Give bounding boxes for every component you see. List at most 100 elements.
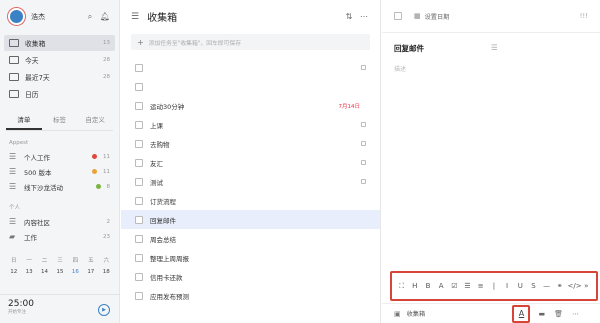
checkbox-list-icon[interactable]: ☑ <box>449 282 460 290</box>
weekday: 六 <box>103 258 109 264</box>
task-label[interactable]: 整理上周周报 <box>150 253 366 263</box>
task-label[interactable]: 去购物 <box>150 139 361 149</box>
bullet-list-icon[interactable]: ☰ <box>462 282 473 290</box>
set-date-button[interactable]: 设置日期 <box>425 12 580 21</box>
calendar-day[interactable]: 14 <box>41 269 48 275</box>
task-checkbox[interactable] <box>135 253 143 262</box>
tab-lists[interactable]: 清单 <box>6 114 42 130</box>
calendar-day[interactable]: 13 <box>26 269 33 275</box>
tab-custom[interactable]: 自定义 <box>77 114 113 130</box>
weekday: 一 <box>26 258 32 264</box>
notification-bell-icon[interactable]: 🔔︎ <box>99 12 111 21</box>
mini-calendar: 日 一 二 三 四 五 六 12 13 14 15 16 17 18 <box>0 254 120 278</box>
sort-icon[interactable]: ⇅ <box>343 12 355 21</box>
underline-icon[interactable]: U <box>515 282 526 290</box>
task-label[interactable]: 应用发布预测 <box>150 291 366 301</box>
more-icon[interactable]: ⋯ <box>358 12 370 21</box>
description-field[interactable]: 描述 <box>382 54 600 83</box>
task-row[interactable]: 整理上周周报 <box>121 248 380 267</box>
add-task-input[interactable]: + 添加任务至"收集箱"，回车即可保存 <box>131 34 370 50</box>
user-name[interactable]: 浩杰 <box>31 12 81 22</box>
calendar-today-icon <box>9 56 19 64</box>
text-color-icon[interactable]: A <box>436 282 447 290</box>
task-checkbox[interactable] <box>135 139 143 148</box>
menu-icon[interactable]: ☰ <box>131 12 139 22</box>
task-row[interactable]: 去购物 <box>121 134 380 153</box>
heading-icon[interactable]: H <box>409 282 420 290</box>
text-format-icon[interactable]: A <box>512 304 531 323</box>
task-label[interactable]: 运动30分钟 <box>150 101 339 111</box>
task-label[interactable]: 信用卡还款 <box>150 272 366 282</box>
task-row[interactable]: 上课 <box>121 115 380 134</box>
more-icon[interactable]: ⋯ <box>572 310 579 318</box>
sidebar-nav: 收集箱 13 今天 28 最近7天 28 日历 <box>0 35 119 102</box>
task-row[interactable]: 应用发布预测 <box>121 286 380 305</box>
calendar-day[interactable]: 12 <box>10 269 17 275</box>
list-item-personal-work[interactable]: ☰ 个人工作 11 <box>0 149 119 164</box>
task-checkbox[interactable] <box>135 196 143 205</box>
expand-icon[interactable]: ⛶ <box>396 282 407 291</box>
task-row[interactable]: 信用卡还款 <box>121 267 380 286</box>
calendar-day-today[interactable]: 16 <box>72 269 79 275</box>
project-selector[interactable]: 收集箱 <box>407 309 513 318</box>
play-icon[interactable]: ▶ <box>98 304 110 316</box>
task-checkbox[interactable] <box>394 12 402 20</box>
comment-icon[interactable]: ▬ <box>538 310 545 318</box>
task-checkbox[interactable] <box>135 234 143 243</box>
numbered-list-icon[interactable]: ≡ <box>475 282 486 290</box>
list-format-icon[interactable]: ☰ <box>491 43 588 54</box>
task-row[interactable]: 运动30分钟 7月14日 <box>121 96 380 115</box>
calendar-day[interactable]: 15 <box>56 269 63 275</box>
list-item-500-version[interactable]: ☰ 500 版本 11 <box>0 164 119 179</box>
task-checkbox[interactable] <box>135 177 143 186</box>
task-row[interactable]: 订货流程 <box>121 191 380 210</box>
list-item-salon[interactable]: ☰ 线下沙龙活动 8 <box>0 179 119 194</box>
search-icon[interactable]: ⌕ <box>84 12 96 22</box>
task-checkbox[interactable] <box>135 291 143 300</box>
task-label[interactable]: 订货流程 <box>150 196 366 206</box>
link-icon[interactable]: ⚭ <box>554 282 565 290</box>
calendar-day[interactable]: 17 <box>87 269 94 275</box>
code-icon[interactable]: </> <box>568 282 582 290</box>
task-label[interactable]: 回复邮件 <box>150 215 366 225</box>
task-checkbox[interactable] <box>135 120 143 129</box>
task-row[interactable]: 回复邮件 <box>121 210 380 229</box>
task-checkbox[interactable] <box>135 63 143 72</box>
task-checkbox[interactable] <box>135 101 143 110</box>
folder-item-work[interactable]: ▰ 工作 23 <box>0 229 119 244</box>
task-checkbox[interactable] <box>135 158 143 167</box>
task-row[interactable] <box>121 77 380 96</box>
more-icon[interactable]: » <box>581 282 592 290</box>
bold-icon[interactable]: B <box>422 282 433 290</box>
tab-tags[interactable]: 标签 <box>42 114 78 130</box>
sidebar-item-today[interactable]: 今天 28 <box>4 52 115 68</box>
group-label[interactable]: Appest <box>0 131 119 149</box>
calendar-day[interactable]: 18 <box>103 269 110 275</box>
sidebar-item-calendar[interactable]: 日历 <box>4 86 115 102</box>
sidebar-item-inbox[interactable]: 收集箱 13 <box>4 35 115 51</box>
priority-flag-icon[interactable]: !!! <box>580 12 588 20</box>
weekday: 五 <box>88 258 94 264</box>
task-row[interactable]: 测试 <box>121 172 380 191</box>
horizontal-rule-icon[interactable]: — <box>541 282 552 290</box>
avatar[interactable] <box>8 8 25 25</box>
task-label[interactable]: 友汇 <box>150 158 361 168</box>
trash-icon[interactable]: 🗑︎ <box>554 310 563 318</box>
italic-icon[interactable]: I <box>502 282 513 290</box>
strikethrough-icon[interactable]: S <box>528 282 539 290</box>
task-label[interactable]: 上课 <box>150 120 361 130</box>
task-row[interactable]: 友汇 <box>121 153 380 172</box>
task-label[interactable]: 周会总结 <box>150 234 366 244</box>
task-checkbox[interactable] <box>135 82 143 91</box>
task-row[interactable]: 周会总结 <box>121 229 380 248</box>
divider-icon[interactable]: | <box>488 282 499 290</box>
list-item-community[interactable]: ☰ 内容社区 2 <box>0 214 119 229</box>
task-checkbox[interactable] <box>135 215 143 224</box>
task-checkbox[interactable] <box>135 272 143 281</box>
task-title[interactable]: 回复邮件 <box>394 43 491 54</box>
group-label[interactable]: 个人 <box>0 194 119 214</box>
task-row[interactable] <box>121 58 380 77</box>
task-label[interactable]: 测试 <box>150 177 361 187</box>
sidebar-item-next7days[interactable]: 最近7天 28 <box>4 69 115 85</box>
calendar-icon[interactable]: ▦ <box>414 12 421 20</box>
